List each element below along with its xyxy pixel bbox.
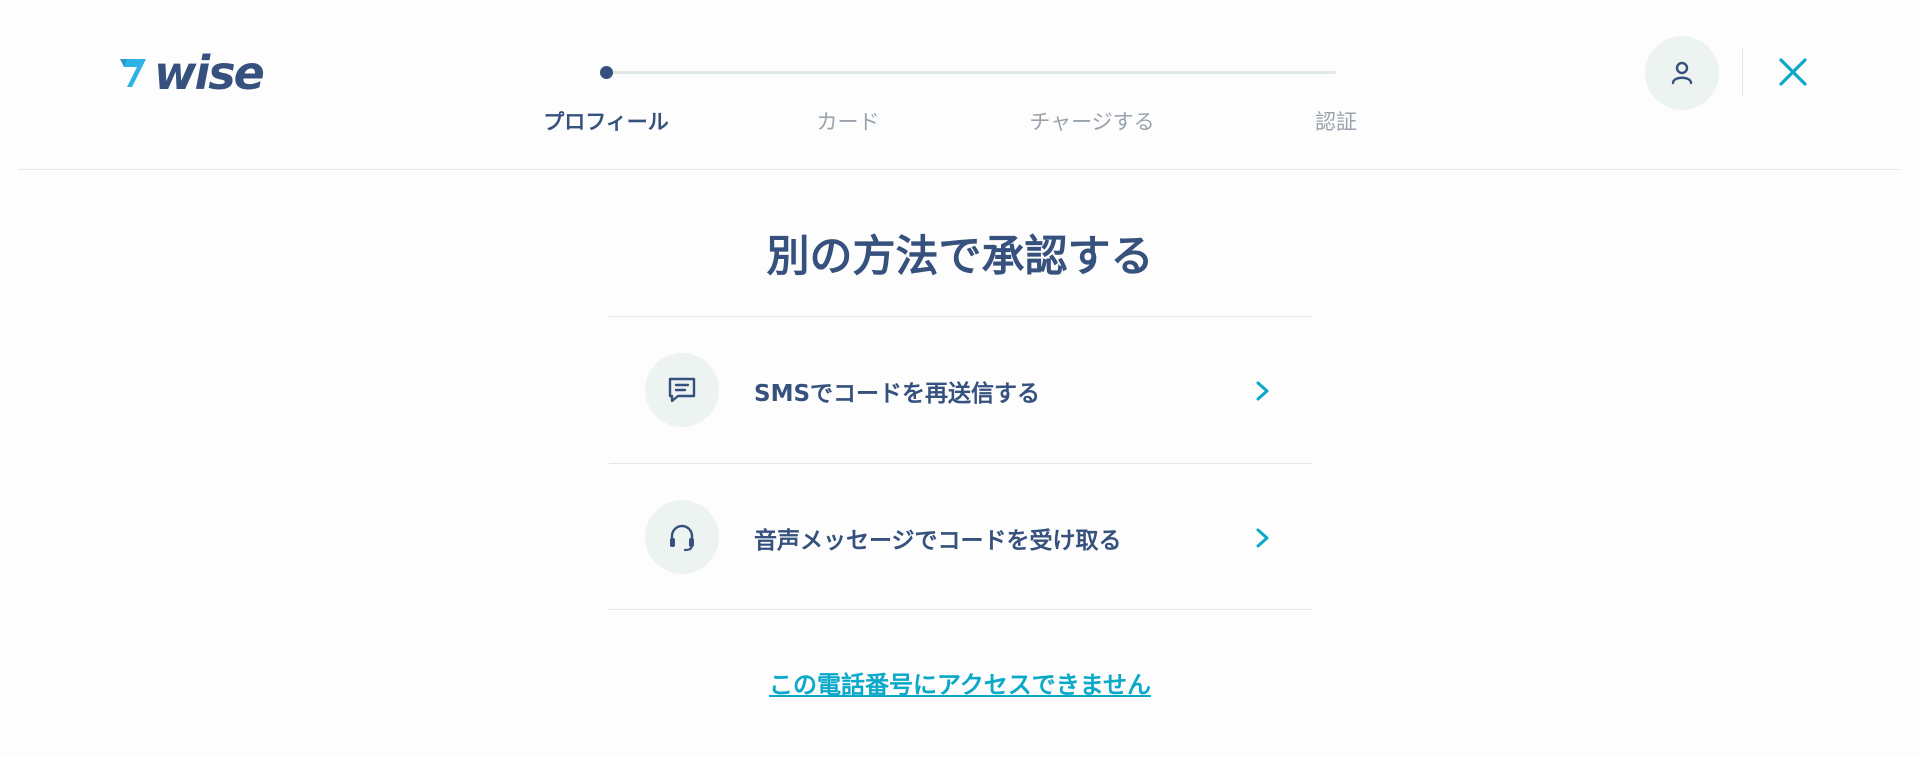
account-button[interactable] — [1645, 36, 1719, 110]
close-button[interactable] — [1773, 52, 1813, 92]
step-profile: プロフィール — [543, 110, 669, 134]
wise-flag-icon — [120, 59, 146, 87]
message-icon — [668, 377, 696, 403]
logo-wordmark: wise — [154, 46, 265, 100]
top-bar: wise プロフィール カード チャージする 認証 — [18, 0, 1900, 170]
headset-icon — [670, 524, 694, 552]
option-label: 音声メッセージでコードを受け取る — [754, 528, 1122, 554]
stepper-track — [606, 71, 1336, 74]
option-icon-circle — [645, 353, 719, 427]
chevron-right-icon — [1256, 381, 1269, 401]
option-sms-resend[interactable]: SMSでコードを再送信する — [609, 316, 1312, 463]
option-label: SMSでコードを再送信する — [754, 381, 1041, 407]
close-icon — [1779, 58, 1807, 86]
verification-options: SMSでコードを再送信する 音声メッセージでコードを受け取る — [609, 316, 1312, 610]
wise-logo[interactable]: wise — [118, 46, 265, 100]
step-card: カード — [816, 110, 880, 134]
option-icon-circle — [645, 500, 719, 574]
stepper-current-dot — [600, 66, 613, 79]
option-voice-message[interactable]: 音声メッセージでコードを受け取る — [609, 463, 1312, 610]
header-divider — [1742, 48, 1743, 96]
step-charge: チャージする — [1029, 110, 1155, 134]
page-title: 別の方法で承認する — [766, 232, 1154, 282]
chevron-right-icon — [1256, 528, 1269, 548]
no-phone-access-link[interactable]: この電話番号にアクセスできません — [0, 665, 1920, 700]
progress-stepper: プロフィール カード チャージする 認証 — [528, 60, 1378, 140]
step-verify: 認証 — [1315, 110, 1357, 134]
user-icon — [1671, 61, 1693, 85]
